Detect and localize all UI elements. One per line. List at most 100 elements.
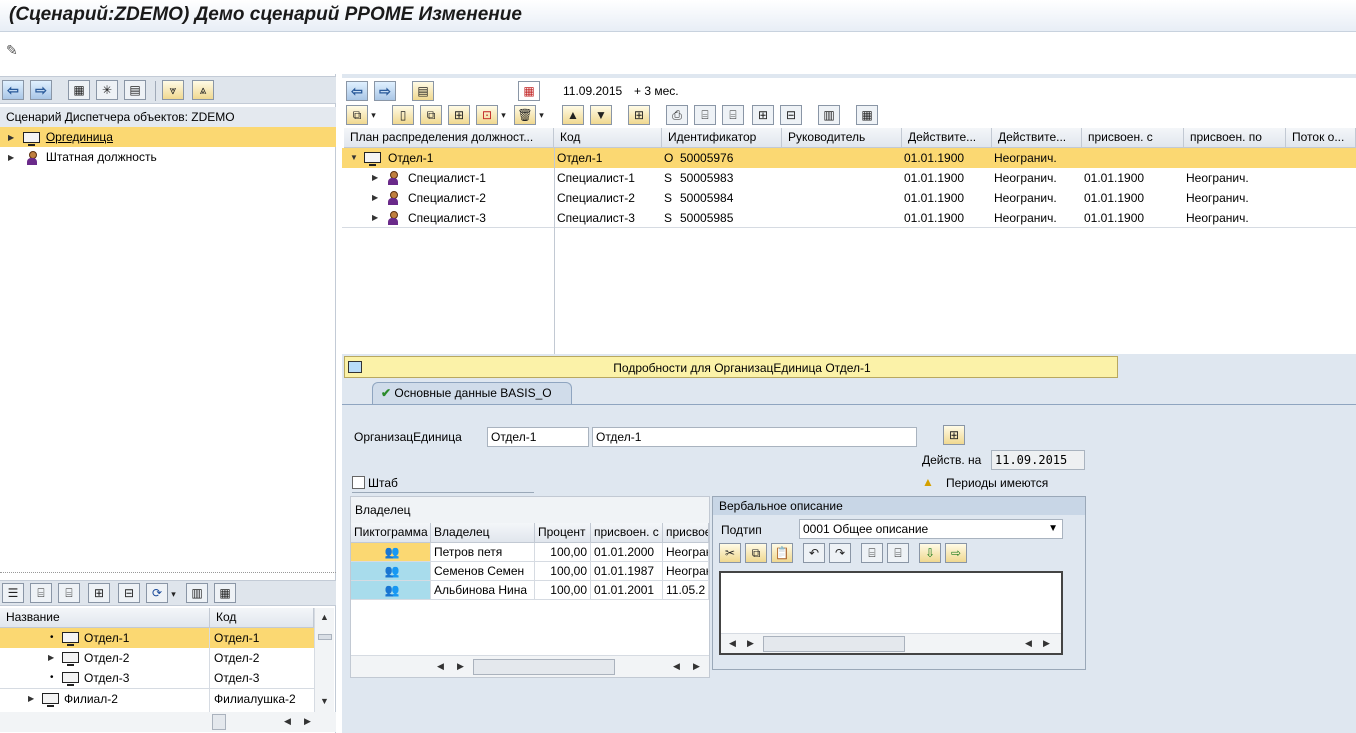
find-next-icon[interactable]: ⌸ xyxy=(722,105,744,125)
col-header[interactable]: Идентификатор xyxy=(662,128,782,148)
col-header[interactable]: присвоен. с xyxy=(1082,128,1184,148)
delete-dropdown-icon[interactable]: ▾ xyxy=(536,105,547,125)
details-icon[interactable]: ☰ xyxy=(2,583,24,603)
owner-icon-cell[interactable]: 👥 xyxy=(351,543,431,562)
assign-dropdown-icon[interactable]: ▾ xyxy=(498,105,509,125)
back-arrow-icon[interactable]: ⇦ xyxy=(346,81,368,101)
filter-icon[interactable]: ⊞ xyxy=(88,583,110,603)
chart-icon[interactable]: ▦ xyxy=(856,105,878,125)
forward-arrow-icon[interactable]: ⇨ xyxy=(30,80,52,100)
staff-checkbox[interactable] xyxy=(352,476,365,489)
create-dropdown-icon[interactable]: ▾ xyxy=(368,105,379,125)
find-icon[interactable]: ▦ xyxy=(68,80,90,100)
col-header[interactable]: Действите... xyxy=(902,128,992,148)
refresh-dropdown-icon[interactable]: ▾ xyxy=(168,584,179,604)
cut-icon[interactable]: ✂ xyxy=(719,543,741,563)
undo-icon[interactable]: ↶ xyxy=(803,543,825,563)
chart-icon[interactable]: ▦ xyxy=(214,583,236,603)
tree-item-position[interactable]: ▶ Штатная должность xyxy=(0,147,336,167)
hierarchy-icon[interactable]: ⊞ xyxy=(448,105,470,125)
horizontal-splitter[interactable] xyxy=(0,572,336,576)
verbal-text-area[interactable]: ◀ ▶ ◀ ▶ xyxy=(719,571,1063,655)
delete-trash-icon[interactable]: 🗑 xyxy=(514,105,536,125)
assign-icon[interactable]: ⊡ xyxy=(476,105,498,125)
org-long-field[interactable]: Отдел-1 xyxy=(592,427,917,447)
table-row[interactable]: ▶ Специалист-2 Специалист-2 S 50005984 0… xyxy=(342,188,1356,208)
owner-icon-cell[interactable]: 👥 xyxy=(351,581,431,600)
move-down-icon[interactable]: ▼ xyxy=(590,105,612,125)
search-binoculars-icon[interactable]: ⌸ xyxy=(30,583,52,603)
col-header[interactable]: Код xyxy=(554,128,662,148)
tree-item-org-unit[interactable]: ▶ Оргединица xyxy=(0,127,336,147)
owner-to[interactable]: 11.05.2 xyxy=(663,581,709,600)
owner-to[interactable]: Неогран xyxy=(663,562,709,581)
owner-percent[interactable]: 100,00 xyxy=(535,543,591,562)
structure-icon[interactable]: ⊞ xyxy=(628,105,650,125)
list-item[interactable]: ▶ Отдел-2 Отдел-2 xyxy=(0,648,314,668)
owner-from[interactable]: 01.01.1987 xyxy=(591,562,663,581)
find-next-icon[interactable]: ⌸ xyxy=(887,543,909,563)
table-row[interactable]: ▶ Специалист-3 Специалист-3 S 50005985 0… xyxy=(342,208,1356,228)
col-header[interactable]: План распределения должност... xyxy=(344,128,554,148)
list-item[interactable]: • Отдел-3 Отдел-3 xyxy=(0,668,314,688)
refresh-icon[interactable]: ⟳ xyxy=(146,583,168,603)
find-binoculars-icon[interactable]: ⌸ xyxy=(861,543,883,563)
list-view-icon[interactable]: ▤ xyxy=(412,81,434,101)
col-header[interactable]: Действите... xyxy=(992,128,1082,148)
paste-icon[interactable]: 📋 xyxy=(771,543,793,563)
tab-basic-data[interactable]: ✔ Основные данные BASIS_O xyxy=(372,382,572,404)
col-code-header[interactable]: Код xyxy=(210,608,314,628)
owner-name[interactable]: Семенов Семен xyxy=(431,562,535,581)
org-short-field[interactable]: Отдел-1 xyxy=(487,427,589,447)
owner-to[interactable]: Неогран xyxy=(663,543,709,562)
owner-percent[interactable]: 100,00 xyxy=(535,581,591,600)
owner-col-header[interactable]: Владелец xyxy=(431,523,535,543)
forward-arrow-icon[interactable]: ⇨ xyxy=(374,81,396,101)
valid-on-field[interactable]: 11.09.2015 xyxy=(991,450,1085,470)
list-horizontal-scrollbar[interactable]: ◀ ▶ xyxy=(0,712,336,732)
owner-from[interactable]: 01.01.2001 xyxy=(591,581,663,600)
owner-percent[interactable]: 100,00 xyxy=(535,562,591,581)
list-item[interactable]: • Отдел-1 Отдел-1 xyxy=(0,628,314,648)
owner-horizontal-scrollbar[interactable]: ◀ ▶ ◀ ▶ xyxy=(351,655,709,677)
create-icon[interactable]: ⧉ xyxy=(346,105,368,125)
export-icon[interactable]: ⇨ xyxy=(945,543,967,563)
owner-col-header[interactable]: присвоен. по xyxy=(663,523,709,543)
sort-icon[interactable]: ⊟ xyxy=(780,105,802,125)
table-row[interactable]: ▶ Специалист-1 Специалист-1 S 50005983 0… xyxy=(342,168,1356,188)
redo-icon[interactable]: ↷ xyxy=(829,543,851,563)
col-name-header[interactable]: Название xyxy=(0,608,210,628)
list-vertical-scrollbar[interactable]: ▲ ▼ xyxy=(314,608,334,712)
owner-name[interactable]: Петров петя xyxy=(431,543,535,562)
table-row[interactable]: ▼ Отдел-1 Отдел-1 O 50005976 01.01.1900 … xyxy=(342,148,1356,168)
col-header[interactable]: Поток о... xyxy=(1286,128,1356,148)
collapse-all-icon[interactable]: ⩓ xyxy=(192,80,214,100)
owner-col-header[interactable]: Процент xyxy=(535,523,591,543)
filter-icon[interactable]: ⊞ xyxy=(752,105,774,125)
owner-icon-cell[interactable]: 👥 xyxy=(351,562,431,581)
print-icon[interactable]: ⎙ xyxy=(666,105,688,125)
edit-pencil-icon[interactable]: ✎ xyxy=(6,42,24,60)
text-horizontal-scrollbar[interactable]: ◀ ▶ ◀ ▶ xyxy=(721,633,1061,653)
layout-icon[interactable]: ▥ xyxy=(818,105,840,125)
col-header[interactable]: присвоен. по xyxy=(1184,128,1286,148)
owner-col-header[interactable]: Пиктограмма xyxy=(351,523,431,543)
owner-name[interactable]: Альбинова Нина xyxy=(431,581,535,600)
expand-all-icon[interactable]: ⩔ xyxy=(162,80,184,100)
subtype-select[interactable]: 0001 Общее описание ▼ xyxy=(799,519,1063,539)
import-icon[interactable]: ⇩ xyxy=(919,543,941,563)
org-details-icon[interactable]: ⊞ xyxy=(943,425,965,445)
col-header[interactable]: Руководитель xyxy=(782,128,902,148)
new-document-icon[interactable]: ▯ xyxy=(392,105,414,125)
copy-icon[interactable]: ⧉ xyxy=(745,543,767,563)
copy-icon[interactable]: ⧉ xyxy=(420,105,442,125)
move-up-icon[interactable]: ▲ xyxy=(562,105,584,125)
find-binoculars-icon[interactable]: ⌸ xyxy=(694,105,716,125)
layout-icon[interactable]: ▥ xyxy=(186,583,208,603)
vertical-splitter[interactable] xyxy=(336,74,342,733)
back-arrow-icon[interactable]: ⇦ xyxy=(2,80,24,100)
find-next-icon[interactable]: ✳ xyxy=(96,80,118,100)
owner-col-header[interactable]: присвоен. с xyxy=(591,523,663,543)
list-item[interactable]: ▶ Филиал-2 Филиалушка-2 xyxy=(0,688,314,708)
calendar-icon[interactable]: ▦ xyxy=(518,81,540,101)
